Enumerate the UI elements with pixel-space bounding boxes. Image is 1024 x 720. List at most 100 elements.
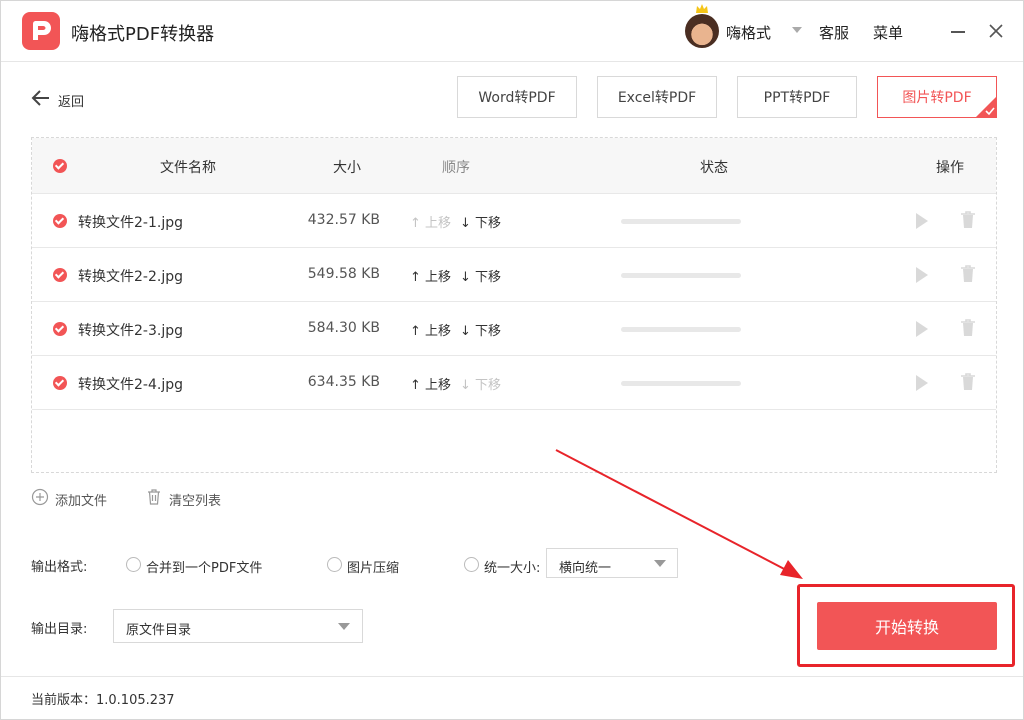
move-down-label: 下移 xyxy=(475,324,502,339)
file-name: 转换文件2-3.jpg xyxy=(78,323,183,339)
mode-word-to-pdf-button[interactable]: Word转PDF xyxy=(457,76,577,118)
output-dir-label: 输出目录: xyxy=(31,622,88,637)
menu-link[interactable]: 菜单 xyxy=(873,22,903,43)
play-icon[interactable] xyxy=(914,265,930,285)
file-size: 584.30 KB xyxy=(307,320,380,336)
footer: 当前版本：1.0.105.237 xyxy=(1,676,1023,719)
arrow-down-icon: ↓ xyxy=(460,378,471,393)
add-file-label: 添加文件 xyxy=(55,494,108,509)
clear-list-label: 清空列表 xyxy=(169,494,222,509)
select-all-checkbox[interactable] xyxy=(53,159,67,173)
column-name: 文件名称 xyxy=(160,160,216,176)
add-circle-icon xyxy=(31,488,49,506)
file-name: 转换文件2-4.jpg xyxy=(78,377,183,393)
add-file-button[interactable]: 添加文件 xyxy=(31,488,107,509)
customer-service-link[interactable]: 客服 xyxy=(819,22,849,43)
play-icon[interactable] xyxy=(914,211,930,231)
arrow-down-icon: ↓ xyxy=(460,216,471,231)
table-row: 转换文件2-2.jpg 549.58 KB ↑ 上移 ↓ 下移 xyxy=(32,248,996,302)
status-progress-bar xyxy=(621,327,741,332)
arrow-left-icon xyxy=(31,90,49,106)
avatar[interactable] xyxy=(685,14,719,48)
row-checkbox[interactable] xyxy=(53,268,67,282)
play-icon[interactable] xyxy=(914,319,930,339)
move-up-label: 上移 xyxy=(425,324,452,339)
app-logo-icon xyxy=(22,12,60,50)
table-header: 文件名称 大小 顺序 状态 操作 xyxy=(32,138,996,194)
delete-icon[interactable] xyxy=(959,210,977,230)
chevron-down-icon xyxy=(654,560,666,567)
file-size: 432.57 KB xyxy=(307,212,380,228)
selected-check-icon xyxy=(975,96,997,118)
mode-image-to-pdf-button[interactable]: 图片转PDF xyxy=(877,76,997,118)
clear-list-button[interactable]: 清空列表 xyxy=(145,488,221,509)
back-button[interactable]: 返回 xyxy=(31,88,91,110)
output-dir-select[interactable]: 原文件目录 xyxy=(113,609,363,643)
play-icon[interactable] xyxy=(914,373,930,393)
unify-size-radio[interactable] xyxy=(464,557,479,572)
move-up-button[interactable]: ↑ 上移 xyxy=(410,212,451,231)
move-down-label: 下移 xyxy=(475,378,502,393)
move-down-button[interactable]: ↓ 下移 xyxy=(460,320,501,339)
move-down-label: 下移 xyxy=(475,270,502,285)
merge-pdf-label[interactable]: 合并到一个PDF文件 xyxy=(146,557,262,576)
move-down-button[interactable]: ↓ 下移 xyxy=(460,266,501,285)
arrow-up-icon: ↑ xyxy=(410,216,421,231)
move-down-button[interactable]: ↓ 下移 xyxy=(460,212,501,231)
user-dropdown-caret-icon[interactable] xyxy=(792,27,802,33)
minimize-icon[interactable] xyxy=(951,31,965,33)
status-progress-bar xyxy=(621,219,741,224)
file-size: 634.35 KB xyxy=(307,374,380,390)
row-checkbox[interactable] xyxy=(53,322,67,336)
mode-excel-to-pdf-button[interactable]: Excel转PDF xyxy=(597,76,717,118)
output-format-label: 输出格式: xyxy=(31,560,88,575)
file-name: 转换文件2-1.jpg xyxy=(78,215,183,231)
column-size: 大小 xyxy=(333,160,361,176)
row-checkbox[interactable] xyxy=(53,214,67,228)
app-window: 嗨格式PDF转换器 嗨格式 客服 菜单 返回 Word转PDF Excel转PD… xyxy=(0,0,1024,720)
unify-size-value: 横向统一 xyxy=(559,561,612,576)
user-name[interactable]: 嗨格式 xyxy=(726,22,771,43)
status-progress-bar xyxy=(621,381,741,386)
delete-icon[interactable] xyxy=(959,372,977,392)
mode-image-to-pdf-label: 图片转PDF xyxy=(902,90,972,106)
unify-size-select[interactable]: 横向统一 xyxy=(546,548,678,578)
table-row: 转换文件2-1.jpg 432.57 KB ↑ 上移 ↓ 下移 xyxy=(32,194,996,248)
unify-size-label[interactable]: 统一大小: xyxy=(484,557,540,576)
file-name: 转换文件2-2.jpg xyxy=(78,269,183,285)
table-row: 转换文件2-3.jpg 584.30 KB ↑ 上移 ↓ 下移 xyxy=(32,302,996,356)
image-compress-label[interactable]: 图片压缩 xyxy=(347,557,399,576)
move-up-button[interactable]: ↑ 上移 xyxy=(410,266,451,285)
column-status: 状态 xyxy=(700,160,728,176)
table-row: 转换文件2-4.jpg 634.35 KB ↑ 上移 ↓ 下移 xyxy=(32,356,996,410)
status-progress-bar xyxy=(621,273,741,278)
column-action: 操作 xyxy=(936,160,964,176)
start-convert-button[interactable]: 开始转换 xyxy=(817,602,997,650)
arrow-down-icon: ↓ xyxy=(460,270,471,285)
chevron-down-icon xyxy=(338,623,350,630)
title-bar: 嗨格式PDF转换器 嗨格式 客服 菜单 xyxy=(1,1,1023,62)
column-order: 顺序 xyxy=(442,160,470,176)
move-up-label: 上移 xyxy=(425,378,452,393)
trash-icon xyxy=(148,489,160,505)
file-table: 文件名称 大小 顺序 状态 操作 转换文件2-1.jpg 432.57 KB ↑ 上… xyxy=(31,137,997,473)
delete-icon[interactable] xyxy=(959,264,977,284)
move-down-button[interactable]: ↓ 下移 xyxy=(460,374,501,393)
move-up-button[interactable]: ↑ 上移 xyxy=(410,374,451,393)
arrow-up-icon: ↑ xyxy=(410,270,421,285)
arrow-up-icon: ↑ xyxy=(410,378,421,393)
move-up-button[interactable]: ↑ 上移 xyxy=(410,320,451,339)
close-icon[interactable] xyxy=(987,22,1005,40)
arrow-down-icon: ↓ xyxy=(460,324,471,339)
arrow-up-icon: ↑ xyxy=(410,324,421,339)
row-checkbox[interactable] xyxy=(53,376,67,390)
output-dir-value: 原文件目录 xyxy=(126,623,192,638)
move-down-label: 下移 xyxy=(475,216,502,231)
delete-icon[interactable] xyxy=(959,318,977,338)
merge-pdf-radio[interactable] xyxy=(126,557,141,572)
app-title: 嗨格式PDF转换器 xyxy=(71,24,215,45)
move-up-label: 上移 xyxy=(425,270,452,285)
mode-ppt-to-pdf-button[interactable]: PPT转PDF xyxy=(737,76,857,118)
image-compress-radio[interactable] xyxy=(327,557,342,572)
file-size: 549.58 KB xyxy=(307,266,380,282)
